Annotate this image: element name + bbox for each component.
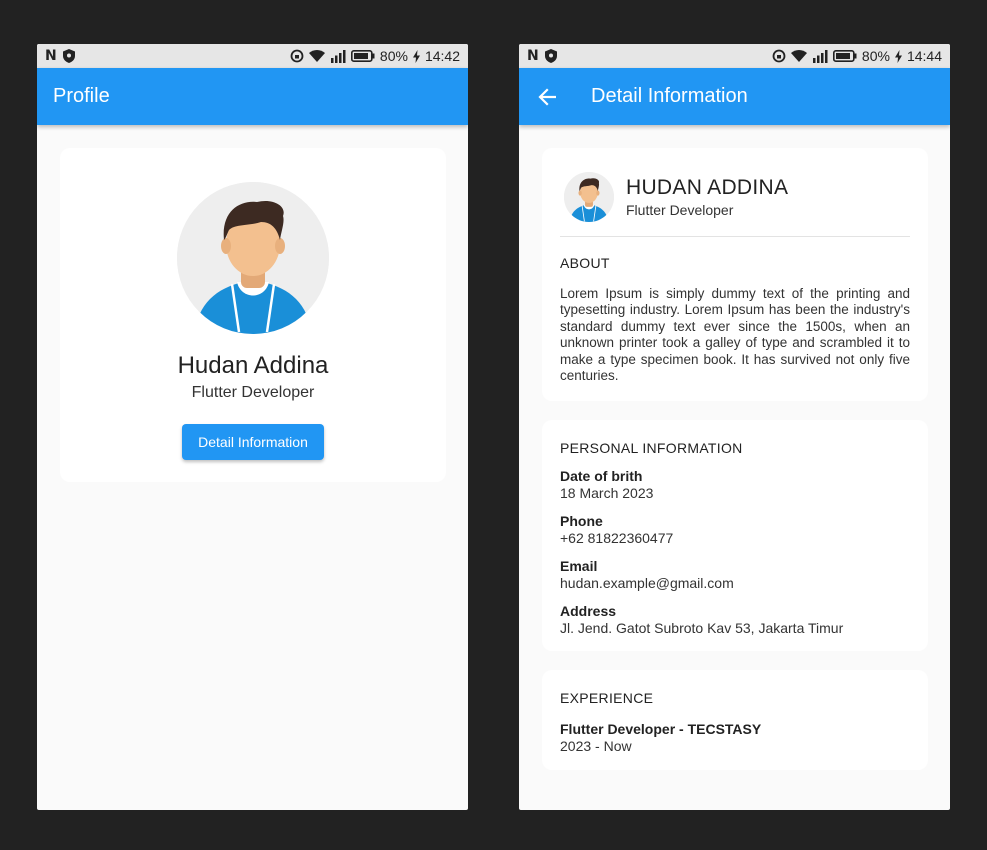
field-label: Date of brith: [560, 468, 643, 484]
status-bar: N 80% 14:42: [37, 44, 468, 68]
field-value: +62 81822360477: [560, 530, 674, 546]
page-title: Profile: [53, 85, 110, 107]
rotation-lock-icon: [772, 49, 786, 63]
page-title: Detail Information: [591, 85, 748, 107]
field-value: hudan.example@gmail.com: [560, 575, 734, 591]
battery-percent: 80%: [379, 48, 408, 64]
profile-name: Hudan Addina: [177, 352, 329, 379]
signal-icon: [812, 49, 828, 63]
field-label: Email: [560, 558, 598, 574]
field-label: Address: [560, 603, 617, 619]
profile-name: HUDAN ADDINA: [626, 176, 789, 199]
section-title-experience: EXPERIENCE: [560, 690, 654, 706]
signal-icon: [330, 49, 346, 63]
charging-icon: [412, 49, 420, 63]
personal-information-card: PERSONAL INFORMATION Date of brith 18 Ma…: [542, 420, 928, 651]
clock: 14:44: [906, 48, 942, 64]
charging-icon: [894, 49, 902, 63]
clock: 14:42: [424, 48, 460, 64]
about-card: HUDAN ADDINA Flutter Developer ABOUT Lor…: [542, 148, 928, 401]
about-text: Lorem Ipsum is simply dummy text of the …: [560, 286, 910, 384]
n-notification-icon: N: [527, 48, 539, 64]
field-address: Address Jl. Jend. Gatot Subroto Kav 53, …: [560, 603, 910, 636]
detail-information-button[interactable]: Detail Information: [182, 424, 324, 460]
wifi-icon: [308, 50, 325, 62]
avatar: [177, 182, 329, 334]
profile-screen: N 80% 14:42 Profile Hudan Addina Flutter…: [37, 44, 468, 810]
profile-role: Flutter Developer: [626, 202, 734, 218]
experience-period: 2023 - Now: [560, 738, 632, 754]
n-notification-icon: N: [45, 48, 57, 64]
field-value: 18 March 2023: [560, 485, 654, 501]
field-email: Email hudan.example@gmail.com: [560, 558, 910, 591]
field-value: Jl. Jend. Gatot Subroto Kav 53, Jakarta …: [560, 620, 844, 636]
experience-card: EXPERIENCE Flutter Developer - TECSTASY …: [542, 670, 928, 770]
person-avatar-icon: [177, 182, 329, 334]
profile-header: HUDAN ADDINA Flutter Developer: [560, 148, 910, 237]
profile-card: Hudan Addina Flutter Developer Detail In…: [60, 148, 446, 482]
battery-icon: [832, 50, 857, 62]
experience-title: Flutter Developer - TECSTASY: [560, 721, 762, 737]
shield-icon: [544, 49, 557, 63]
avatar: [564, 172, 614, 222]
detail-screen: N 80% 14:44 Detail Information HUDAN ADD…: [519, 44, 950, 810]
profile-role: Flutter Developer: [191, 384, 315, 401]
arrow-back-icon: [538, 87, 556, 106]
section-title-personal: PERSONAL INFORMATION: [560, 440, 743, 456]
field-date-of-birth: Date of brith 18 March 2023: [560, 468, 910, 501]
person-avatar-icon: [564, 172, 614, 222]
section-title-about: ABOUT: [560, 255, 610, 271]
app-bar: Profile: [37, 68, 468, 125]
wifi-icon: [790, 50, 807, 62]
status-bar: N 80% 14:44: [519, 44, 950, 68]
back-button[interactable]: [535, 85, 559, 109]
field-phone: Phone +62 81822360477: [560, 513, 910, 546]
battery-icon: [350, 50, 375, 62]
rotation-lock-icon: [290, 49, 304, 63]
battery-percent: 80%: [861, 48, 890, 64]
shield-icon: [62, 49, 75, 63]
app-bar: Detail Information: [519, 68, 950, 125]
field-label: Phone: [560, 513, 603, 529]
